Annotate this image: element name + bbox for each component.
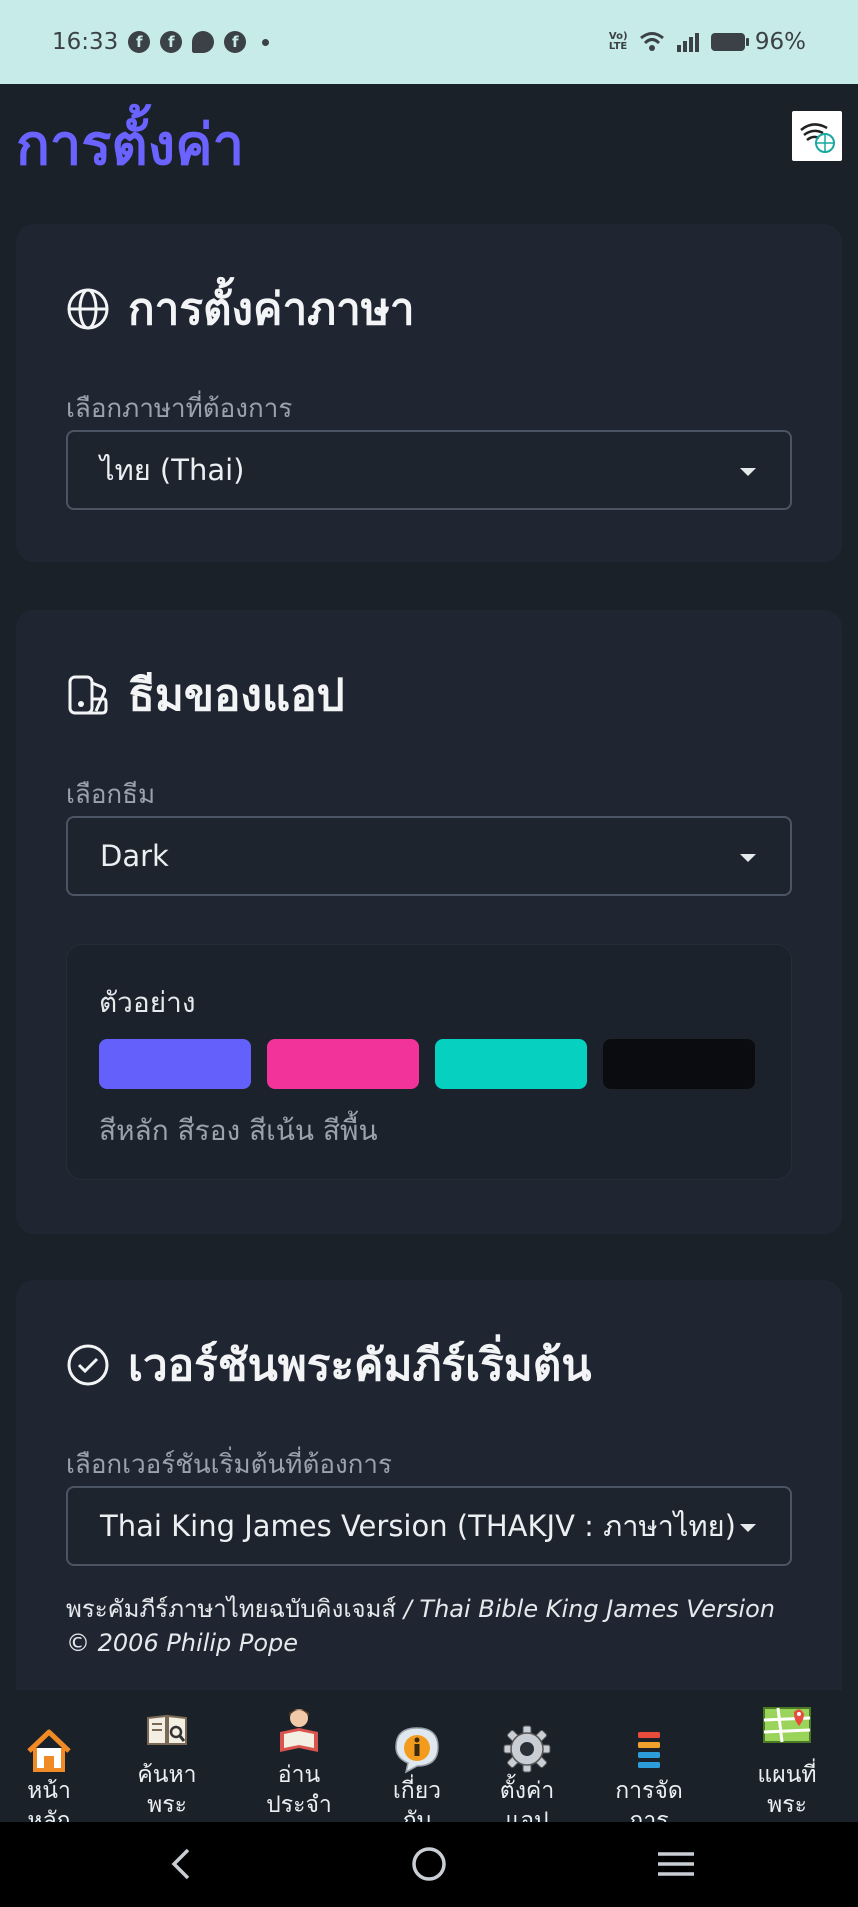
language-select[interactable]: ไทย (Thai) <box>66 430 792 510</box>
nav-label-settings-2: แอป <box>505 1808 549 1822</box>
theme-preview: ตัวอย่าง สีหลัก สีรอง สีเน้น สีพื้น <box>66 944 792 1180</box>
language-card-header: การตั้งค่าภาษา <box>66 274 415 344</box>
theme-select[interactable]: Dark <box>66 816 792 896</box>
messenger-icon <box>192 31 215 53</box>
nav-item-home[interactable]: หน้า หลัก <box>0 1690 104 1822</box>
nav-label-search: ค้นหา <box>137 1762 197 1788</box>
nav-label-map: แผนที่ <box>757 1762 817 1788</box>
status-bar: 16:33 f f f Vo) LTE 96% <box>0 0 858 84</box>
clock: 16:33 <box>52 29 119 55</box>
language-field-label: เลือกภาษาที่ต้องการ <box>66 394 293 424</box>
nav-label-daily: อ่าน <box>277 1762 321 1788</box>
signal-icon <box>676 33 699 52</box>
bible-card-header: เวอร์ชันพระคัมภีร์เริ่มต้น <box>66 1330 591 1400</box>
swatch-secondary <box>267 1039 419 1089</box>
bible-version-select[interactable]: Thai King James Version (THAKJV : ภาษาไท… <box>66 1486 792 1566</box>
home-icon <box>27 1729 71 1772</box>
nav-item-about[interactable]: เกี่ยว กับ <box>362 1690 472 1822</box>
bookmarks-icon <box>638 1732 660 1768</box>
menu-lines-icon[interactable] <box>654 1844 698 1884</box>
wifi-icon <box>639 32 664 51</box>
nav-label-map-2: พระ <box>767 1792 807 1818</box>
swatch-accent <box>435 1039 587 1089</box>
page-title: การตั้งค่า <box>16 113 245 178</box>
theme-card-title: ธีมของแอป <box>128 670 345 721</box>
swatch-caption: สีหลัก สีรอง สีเน้น สีพื้น <box>99 1114 378 1147</box>
bible-field-label: เลือกเวอร์ชันเริ่มต้นที่ต้องการ <box>66 1450 392 1480</box>
bible-note-thai: พระคัมภีร์ภาษาไทยฉบับคิงเจมส์ <box>66 1595 397 1623</box>
facebook-icon: f <box>224 31 247 53</box>
battery-icon <box>710 33 749 51</box>
globe-icon <box>67 288 109 330</box>
nav-item-map[interactable]: แผนที่ พระ <box>732 1690 842 1822</box>
wifi-globe-icon[interactable] <box>792 111 842 161</box>
nav-label-settings: ตั้งค่า <box>499 1778 555 1804</box>
swatch-background <box>603 1039 755 1089</box>
language-settings-card: การตั้งค่าภาษา เลือกภาษาที่ต้องการ ไทย (… <box>16 224 842 562</box>
language-card-title: การตั้งค่าภาษา <box>128 284 415 335</box>
system-nav-bar <box>0 1822 858 1907</box>
chevron-down-icon <box>740 468 756 476</box>
nav-label-about: เกี่ยว <box>392 1778 442 1804</box>
bible-card-title: เวอร์ชันพระคัมภีร์เริ่มต้น <box>128 1340 592 1391</box>
nav-label-manage: การจัด <box>615 1778 683 1804</box>
facebook-icon: f <box>160 31 183 53</box>
bible-version-note: พระคัมภีร์ภาษาไทยฉบับคิงเจมส์ / Thai Bib… <box>66 1592 806 1660</box>
swatch-primary <box>99 1039 251 1089</box>
nav-label-manage-2: การ <box>629 1808 669 1822</box>
nav-item-manage[interactable]: การจัด การ <box>594 1690 704 1822</box>
theme-card-header: ธีมของแอป <box>66 660 345 730</box>
theme-preview-label: ตัวอย่าง <box>99 986 196 1019</box>
gear-icon <box>503 1725 551 1773</box>
bottom-nav: หน้า หลัก ค้นหา พระ อ่าน ประจำ เกี่ยว กั… <box>0 1690 858 1822</box>
chevron-down-icon <box>740 1524 756 1532</box>
reader-icon <box>280 1709 318 1752</box>
bible-version-card: เวอร์ชันพระคัมภีร์เริ่มต้น เลือกเวอร์ชัน… <box>16 1280 842 1700</box>
check-circle-icon <box>67 1344 109 1386</box>
chevron-down-icon <box>740 854 756 862</box>
more-notifications-dot <box>262 38 270 46</box>
nav-label-home-2: หลัก <box>27 1808 71 1822</box>
nav-label-daily-2: ประจำ <box>266 1792 332 1818</box>
bible-select-value: Thai King James Version (THAKJV : ภาษาไท… <box>100 1509 736 1543</box>
nav-item-search[interactable]: ค้นหา พระ <box>112 1690 222 1822</box>
info-icon <box>395 1727 439 1774</box>
volte-icon: Vo) LTE <box>608 31 628 52</box>
palette-icon <box>68 675 108 715</box>
nav-item-settings[interactable]: ตั้งค่า แอป <box>472 1690 582 1822</box>
book-search-icon <box>147 1714 187 1745</box>
nav-label-about-2: กับ <box>402 1808 432 1822</box>
language-select-value: ไทย (Thai) <box>100 453 245 487</box>
nav-item-daily-reading[interactable]: อ่าน ประจำ <box>244 1690 354 1822</box>
theme-select-value: Dark <box>100 839 169 873</box>
theme-field-label: เลือกธีม <box>66 780 156 810</box>
nav-label-search-2: พระ <box>147 1792 187 1818</box>
map-icon <box>763 1707 811 1743</box>
home-circle-icon[interactable] <box>409 1844 449 1884</box>
nav-label-home: หน้า <box>27 1778 71 1804</box>
back-chevron-icon[interactable] <box>162 1844 202 1884</box>
theme-settings-card: ธีมของแอป เลือกธีม Dark ตัวอย่าง สีหลัก … <box>16 610 842 1234</box>
facebook-icon: f <box>128 31 151 53</box>
battery-text: 96% <box>754 29 806 55</box>
